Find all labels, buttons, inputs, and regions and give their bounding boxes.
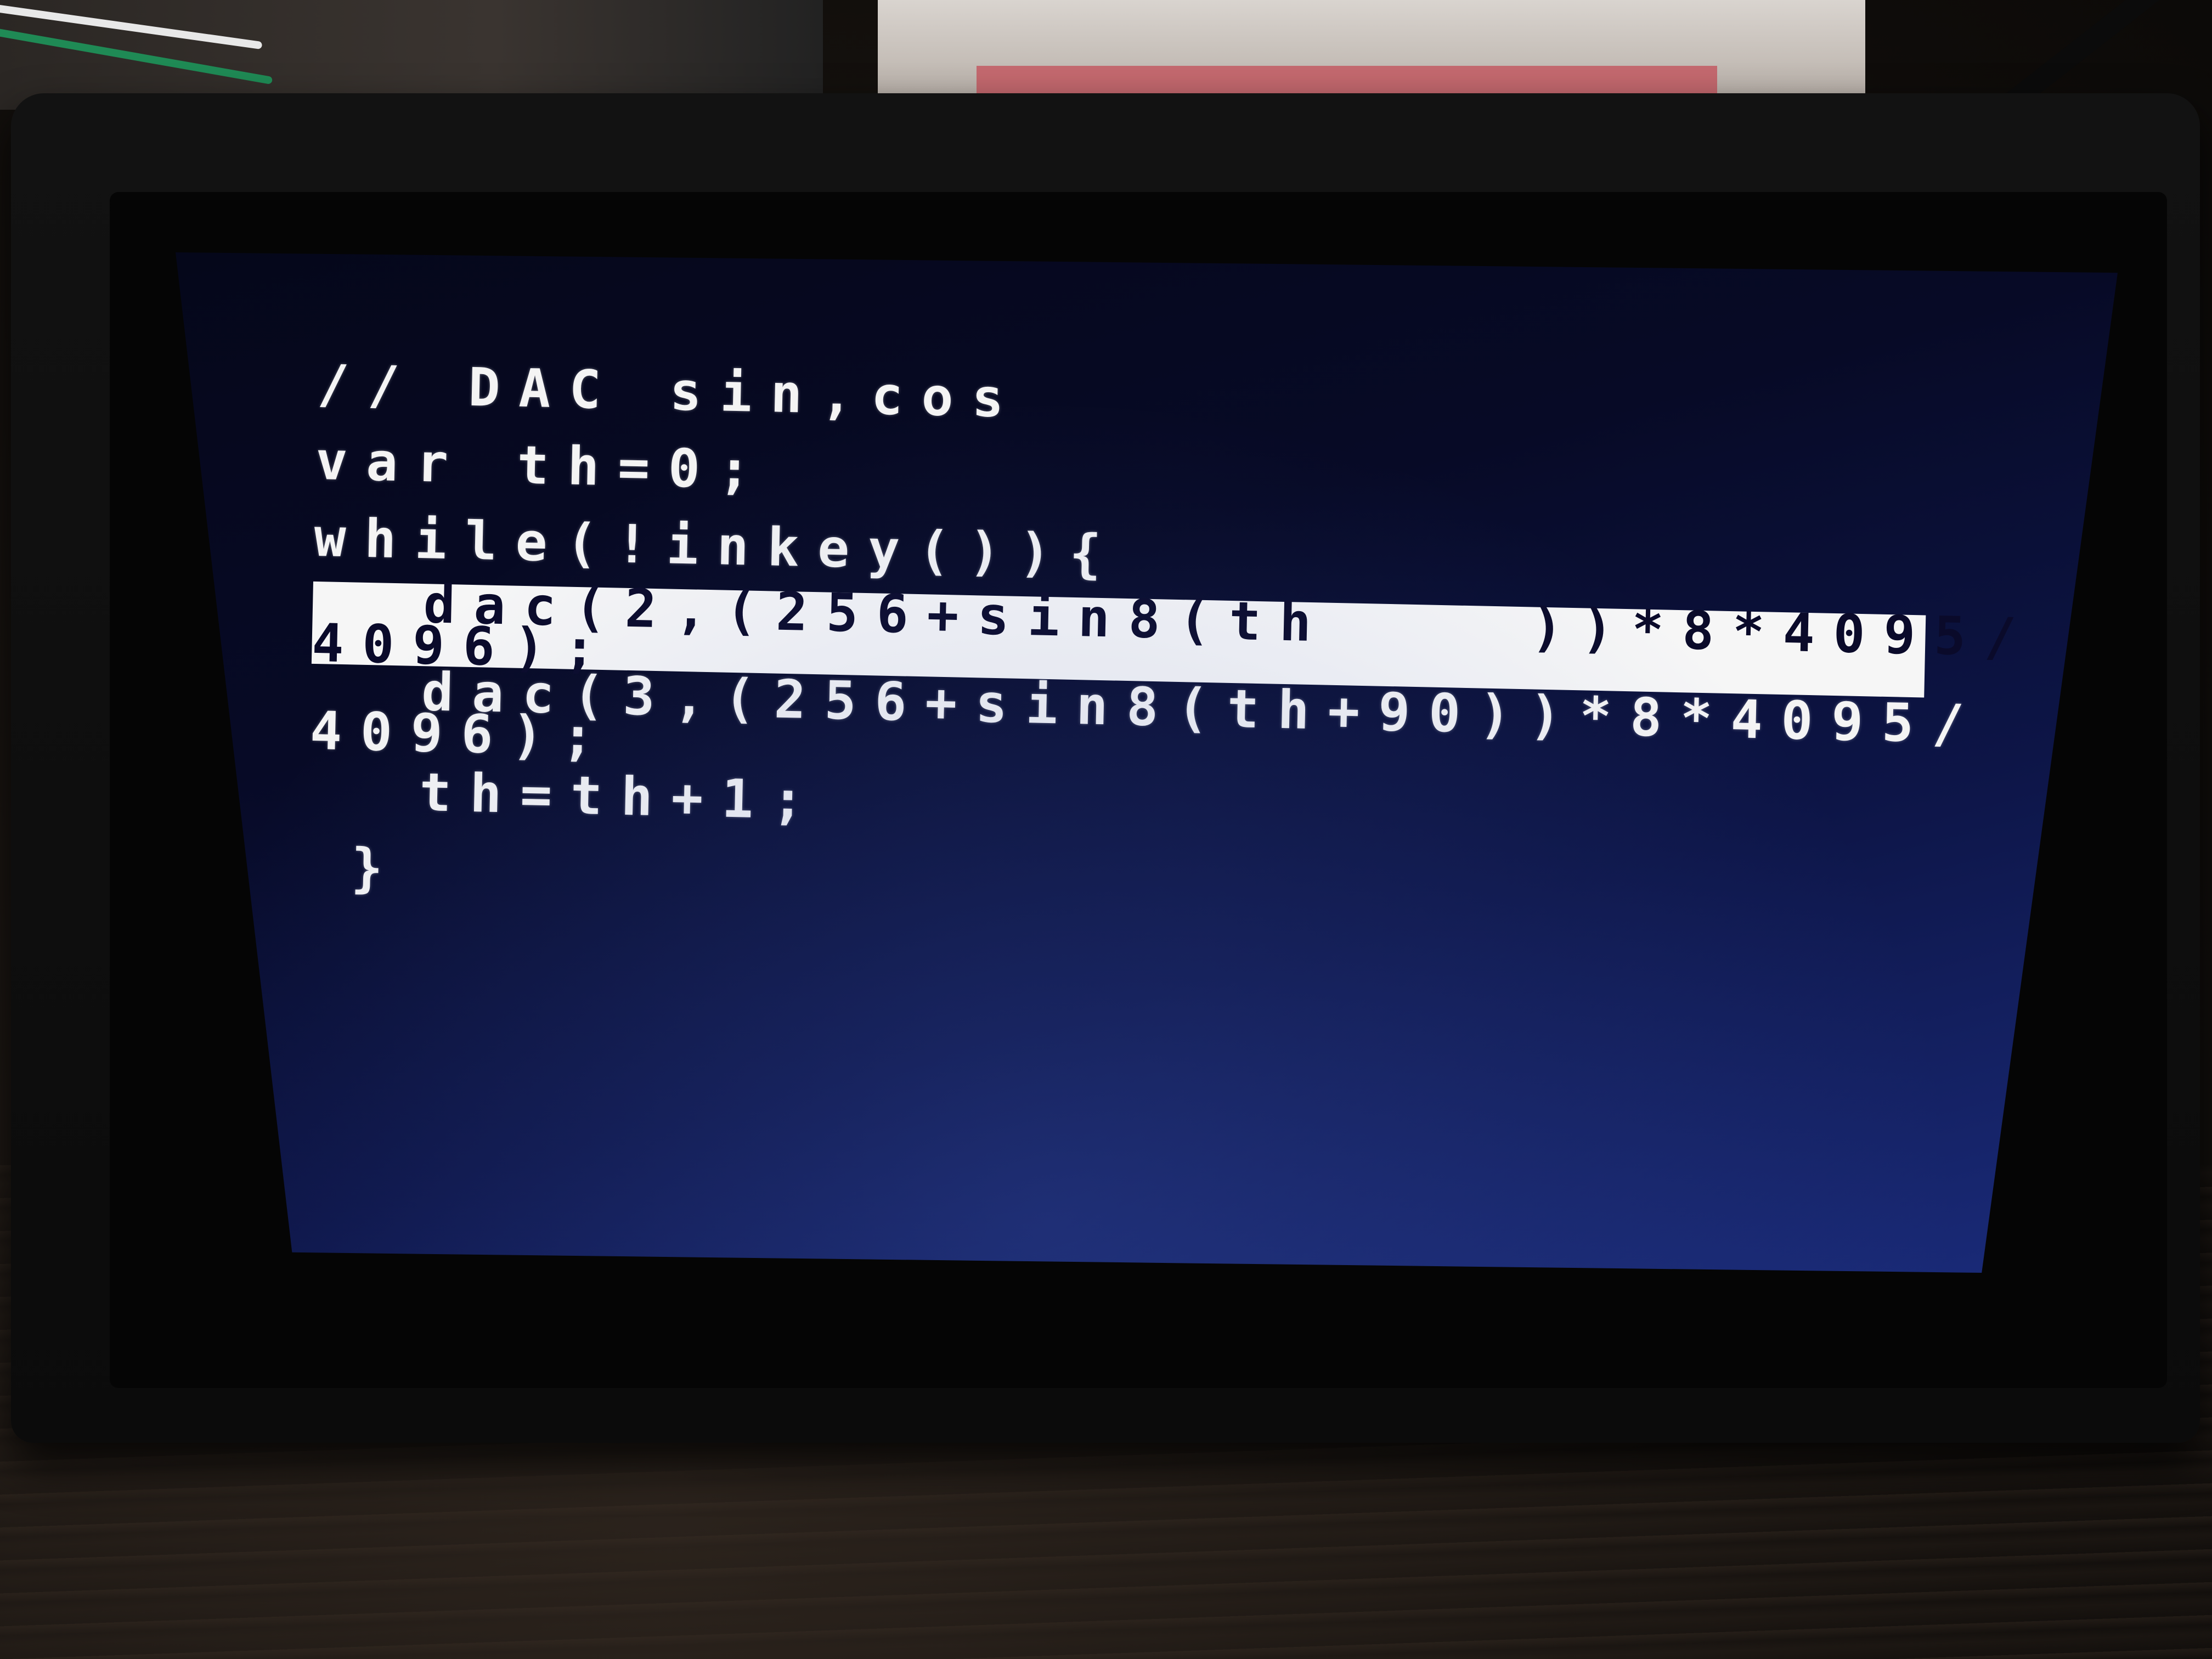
photo-scene: // DAC sin,cos var th=0; while(!inkey())…	[0, 0, 2212, 1659]
lcd-screen: // DAC sin,cos var th=0; while(!inkey())…	[176, 252, 2118, 1273]
code-editor[interactable]: // DAC sin,cos var th=0; while(!inkey())…	[307, 346, 2035, 941]
